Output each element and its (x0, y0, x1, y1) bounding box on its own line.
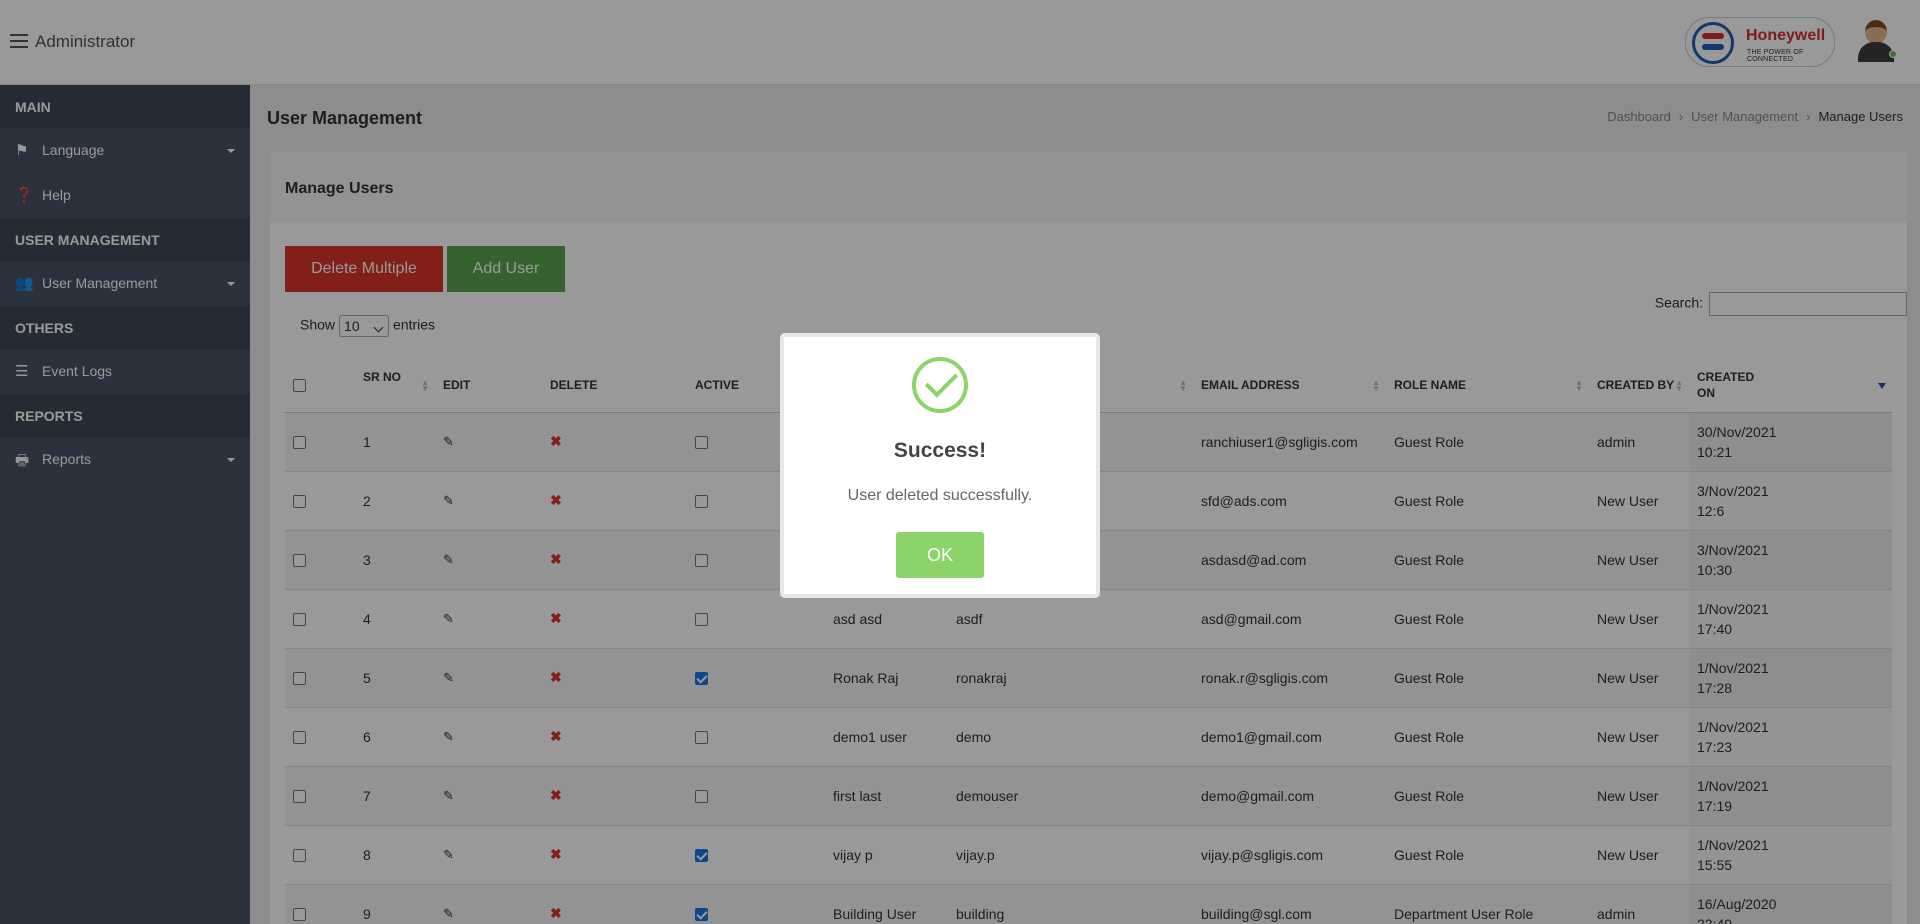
modal-overlay[interactable]: Success! User deleted successfully. OK (0, 0, 1920, 924)
dialog-message: User deleted successfully. (847, 487, 1033, 504)
checkmark-circle-icon (912, 357, 968, 413)
success-dialog: Success! User deleted successfully. OK (780, 333, 1100, 598)
ok-button[interactable]: OK (896, 532, 984, 578)
dialog-title: Success! (893, 439, 987, 462)
